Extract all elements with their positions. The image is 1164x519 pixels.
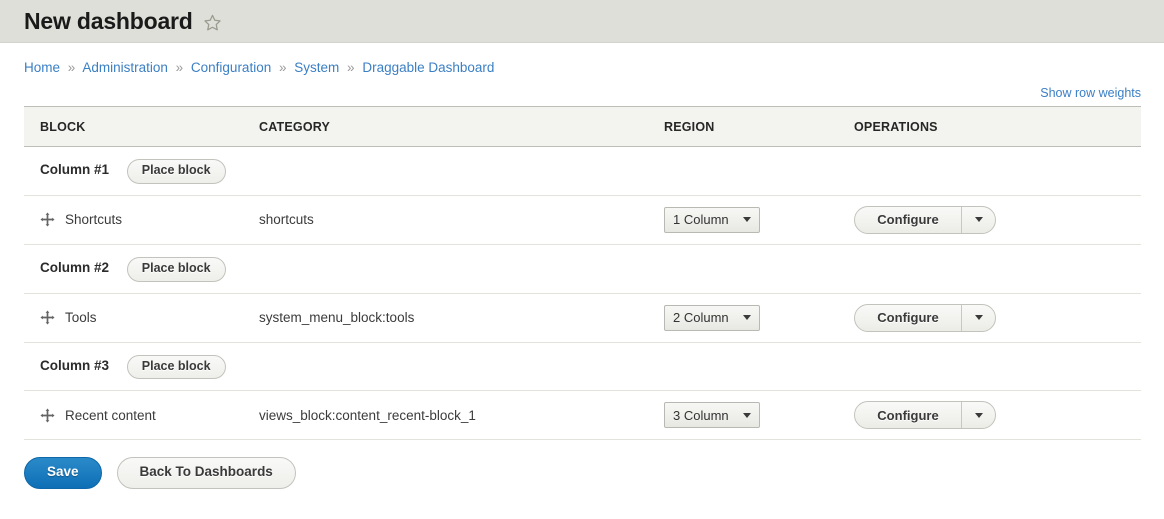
breadcrumb-item-configuration[interactable]: Configuration xyxy=(191,60,271,75)
back-to-dashboards-button[interactable]: Back To Dashboards xyxy=(116,457,296,490)
cell-operations: Configure xyxy=(854,195,1141,245)
column-header-block: BLOCK xyxy=(24,106,259,147)
save-button[interactable]: Save xyxy=(24,457,102,490)
cell-block-name: Tools xyxy=(24,293,259,343)
chevron-down-icon xyxy=(974,315,983,320)
move-cross-icon[interactable] xyxy=(40,310,55,325)
region-title-column-1: Column #1 xyxy=(40,162,110,177)
category-label: system_menu_block:tools xyxy=(259,310,415,325)
region-row-cell: Column #1 Place block xyxy=(24,146,1141,196)
region-row: Column #2 Place block xyxy=(24,244,1141,294)
operations-toggle-button[interactable] xyxy=(961,304,995,331)
region-row-cell: Column #3 Place block xyxy=(24,342,1141,392)
cell-block-name: Shortcuts xyxy=(24,195,259,245)
move-cross-icon[interactable] xyxy=(40,408,55,423)
page-header: New dashboard xyxy=(0,0,1164,43)
table-row: Shortcuts shortcuts 1 Column Configure xyxy=(24,195,1141,245)
breadcrumb-item-draggable-dashboard[interactable]: Draggable Dashboard xyxy=(362,60,494,75)
cell-region: 3 Column xyxy=(664,390,854,441)
table-head: BLOCK CATEGORY REGION OPERATIONS xyxy=(24,106,1141,147)
operations-dropbutton: Configure xyxy=(854,205,996,234)
move-cross-icon[interactable] xyxy=(40,212,55,227)
breadcrumb: Home » Administration » Configuration » … xyxy=(0,43,1164,75)
form-actions: Save Back To Dashboards xyxy=(24,457,1164,490)
block-name-label: Tools xyxy=(65,310,97,325)
show-row-weights-link[interactable]: Show row weights xyxy=(1040,86,1141,100)
region-row: Column #3 Place block xyxy=(24,342,1141,392)
blocks-table-wrap: BLOCK CATEGORY REGION OPERATIONS Column … xyxy=(24,106,1141,441)
column-header-operations: OPERATIONS xyxy=(854,106,1141,147)
configure-button[interactable]: Configure xyxy=(855,207,961,233)
row-weights-toggle-wrap: Show row weights xyxy=(0,75,1164,100)
column-header-category: CATEGORY xyxy=(259,106,664,147)
place-block-button-column-3[interactable]: Place block xyxy=(126,354,226,380)
configure-button[interactable]: Configure xyxy=(855,305,961,331)
region-title-column-2: Column #2 xyxy=(40,259,110,275)
operations-toggle-button[interactable] xyxy=(961,206,995,233)
configure-button[interactable]: Configure xyxy=(855,402,961,428)
star-outline-icon[interactable] xyxy=(203,13,222,34)
breadcrumb-item-administration[interactable]: Administration xyxy=(82,60,168,75)
cell-region: 1 Column xyxy=(664,195,854,245)
chevron-down-icon xyxy=(974,412,983,418)
operations-dropbutton: Configure xyxy=(854,401,996,430)
region-select[interactable]: 2 Column xyxy=(664,304,760,331)
breadcrumb-separator: » xyxy=(278,60,287,75)
category-label: shortcuts xyxy=(259,212,314,228)
cell-operations: Configure xyxy=(854,293,1141,343)
table-body: Column #1 Place block Shortcuts shortcut… xyxy=(24,146,1141,441)
region-select[interactable]: 1 Column xyxy=(664,206,760,233)
chevron-down-icon xyxy=(743,315,751,320)
breadcrumb-separator: » xyxy=(175,60,184,75)
region-select[interactable]: 3 Column xyxy=(664,402,760,429)
chevron-down-icon xyxy=(743,412,751,418)
cell-category: shortcuts xyxy=(259,195,664,245)
table-row: Recent content views_block:content_recen… xyxy=(24,390,1141,441)
region-title-column-3: Column #3 xyxy=(40,357,110,373)
blocks-table: BLOCK CATEGORY REGION OPERATIONS Column … xyxy=(24,106,1141,441)
region-select-value: 1 Column xyxy=(673,212,729,228)
cell-block-name: Recent content xyxy=(24,390,259,441)
chevron-down-icon xyxy=(743,217,751,223)
cell-category: views_block:content_recent-block_1 xyxy=(259,390,664,441)
table-header-row: BLOCK CATEGORY REGION OPERATIONS xyxy=(24,106,1141,147)
cell-category: system_menu_block:tools xyxy=(259,293,664,343)
region-row-cell: Column #2 Place block xyxy=(24,244,1141,294)
breadcrumb-item-home[interactable]: Home xyxy=(24,60,60,75)
block-name-label: Shortcuts xyxy=(65,212,123,228)
operations-toggle-button[interactable] xyxy=(961,402,995,429)
breadcrumb-separator: » xyxy=(67,60,76,75)
table-row: Tools system_menu_block:tools 2 Column C… xyxy=(24,293,1141,343)
breadcrumb-item-system[interactable]: System xyxy=(294,60,339,75)
breadcrumb-separator: » xyxy=(347,60,355,75)
operations-dropbutton: Configure xyxy=(854,303,996,332)
region-row: Column #1 Place block xyxy=(24,146,1141,196)
page-title: New dashboard xyxy=(24,7,193,34)
place-block-button-column-1[interactable]: Place block xyxy=(126,159,226,184)
place-block-button-column-2[interactable]: Place block xyxy=(126,256,226,282)
category-label: views_block:content_recent-block_1 xyxy=(259,407,476,423)
column-header-region: REGION xyxy=(664,106,854,147)
cell-region: 2 Column xyxy=(664,293,854,343)
region-select-value: 2 Column xyxy=(673,310,729,325)
chevron-down-icon xyxy=(974,217,983,223)
cell-operations: Configure xyxy=(854,390,1141,441)
region-select-value: 3 Column xyxy=(673,407,729,423)
block-name-label: Recent content xyxy=(65,407,156,423)
